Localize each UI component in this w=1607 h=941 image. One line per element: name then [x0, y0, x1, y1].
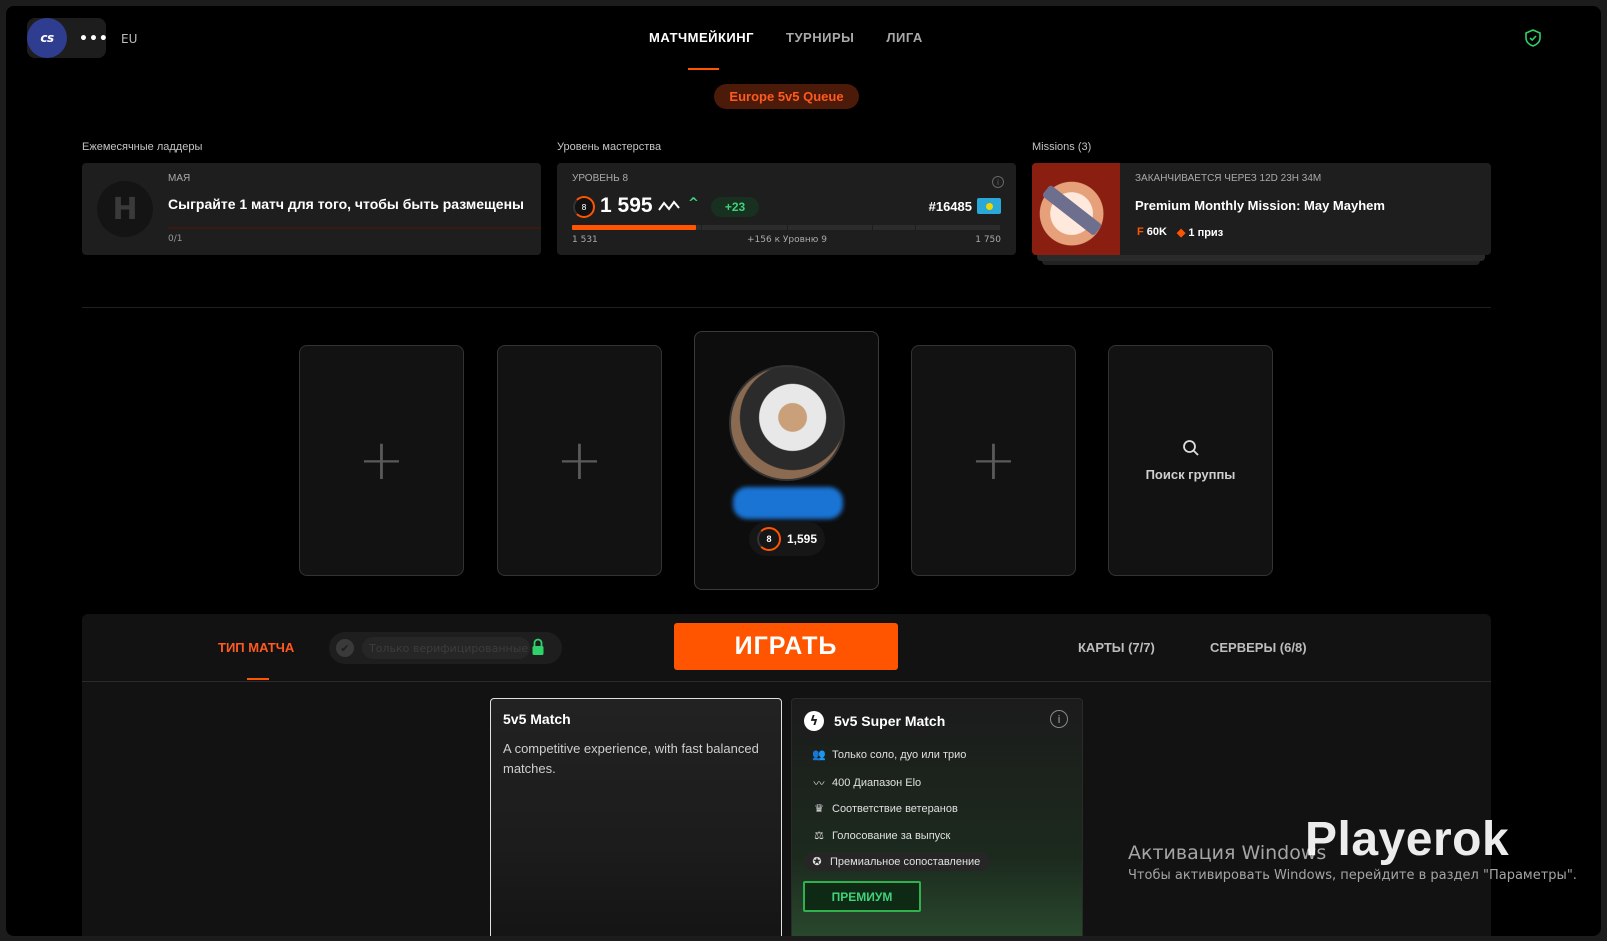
feature-item: 👥 Только соло, дуо или трио [812, 748, 967, 762]
playerok-watermark: Playerok [1305, 813, 1510, 866]
tab-league[interactable]: ЛИГА [886, 30, 922, 45]
main-nav: МАТЧМЕЙКИНГ ТУРНИРЫ ЛИГА [649, 30, 923, 45]
lock-icon [532, 638, 544, 655]
match-type-card-super[interactable]: ϟ 5v5 Super Match i 👥 Только соло, дуо ил… [791, 698, 1083, 936]
weapon-skin-image [1041, 184, 1103, 237]
my-player-slot[interactable]: 8 1,595 [694, 331, 879, 590]
match-settings-header: ТИП МАТЧА ✔ Только верифицированные ИГРА… [82, 614, 1491, 682]
plus-icon: + [970, 427, 1017, 493]
verified-icon: ✔ [336, 639, 354, 657]
play-button[interactable]: ИГРАТЬ [674, 623, 898, 670]
mission-ends: ЗАКАНЧИВАЕТСЯ ЧЕРЕЗ 12D 23H 34M [1135, 173, 1322, 184]
verified-only-toggle[interactable]: ✔ Только верифицированные [329, 632, 562, 664]
level-progress-fill [572, 225, 697, 230]
star-icon: ✪ [812, 856, 822, 868]
tab-maps[interactable]: КАРТЫ (7/7) [1078, 640, 1155, 655]
active-tab-indicator [688, 68, 719, 70]
match-card-title: 5v5 Match [503, 711, 571, 727]
plus-icon: + [556, 427, 603, 493]
ladder-icon: H [97, 181, 153, 237]
level-badge-icon: 8 [756, 527, 781, 551]
mastery-card[interactable]: УРОВЕНЬ 8 i 8 1 595 ^ +23 #16485 1 531 +… [557, 163, 1016, 255]
match-card-description: A competitive experience, with fast bala… [503, 741, 759, 776]
cs2-logo-icon[interactable]: cs [27, 18, 67, 58]
tab-tournaments[interactable]: ТУРНИРЫ [786, 30, 854, 45]
progress-tick [872, 225, 873, 230]
avatar[interactable] [729, 365, 845, 481]
ladder-card[interactable]: H МАЯ Сыграйте 1 матч для того, чтобы бы… [82, 163, 541, 255]
ladder-month: МАЯ [168, 173, 191, 184]
reward-prize: ◆ 1 приз [1176, 227, 1224, 239]
ladder-section-title: Ежемесячные ладдеры [82, 141, 203, 153]
find-party-label: Поиск группы [1145, 467, 1236, 482]
level-label: УРОВЕНЬ 8 [572, 173, 629, 184]
gavel-icon: ⚖ [814, 830, 824, 842]
tab-matchmaking[interactable]: МАТЧМЕЙКИНГ [649, 30, 754, 45]
match-type-card-standard[interactable]: 5v5 Match A competitive experience, with… [490, 698, 782, 936]
invite-slot[interactable]: + [497, 345, 662, 576]
crown-icon: ♛ [814, 803, 824, 815]
progress-tick [787, 225, 788, 230]
progress-tick [701, 225, 702, 230]
points-icon: F [1137, 226, 1144, 238]
windows-activation-subtitle: Чтобы активировать Windows, перейдите в … [1128, 868, 1577, 883]
ladder-progress-text: 0/1 [168, 234, 183, 244]
tag-icon: ◆ [1176, 227, 1186, 239]
premium-button[interactable]: ПРЕМИУМ [803, 881, 921, 912]
match-card-title: 5v5 Super Match [834, 713, 946, 729]
level-badge-icon: 8 [573, 196, 595, 218]
mission-card[interactable]: ЗАКАНЧИВАЕТСЯ ЧЕРЕЗ 12D 23H 34M Premium … [1032, 163, 1491, 255]
mission-title: Premium Monthly Mission: May Mayhem [1135, 198, 1385, 213]
arrow-up-icon: ^ [688, 196, 699, 211]
section-divider [82, 307, 1491, 308]
rank-value: #16485 [928, 199, 972, 214]
more-icon[interactable]: ••• [79, 31, 109, 47]
invite-slot[interactable]: + [911, 345, 1076, 576]
feature-item: ♛ Соответствие ветеранов [812, 802, 958, 816]
elo-trend-icon: 〰 [813, 778, 825, 790]
lightning-icon: ϟ [804, 711, 824, 731]
elo-delta-badge: +23 [711, 197, 759, 217]
feature-item: ⚖ Голосование за выпуск [812, 829, 950, 843]
mission-stack-shadow [1037, 255, 1485, 261]
game-switcher[interactable]: cs ••• [27, 18, 109, 58]
region-label[interactable]: EU [121, 32, 137, 46]
mission-image [1032, 163, 1120, 255]
active-tab-indicator [247, 678, 269, 680]
my-elo-value: 1,595 [786, 532, 818, 546]
level-max: 1 750 [975, 235, 1001, 245]
feature-item: 〰 400 Диапазон Elo [813, 777, 922, 790]
mission-stack-shadow [1042, 261, 1480, 265]
mastery-section-title: Уровень мастерства [557, 141, 662, 153]
level-next: +156 к Уровню 9 [747, 235, 827, 245]
shield-icon[interactable] [1524, 29, 1542, 47]
users-icon: 👥 [812, 749, 826, 761]
find-party-slot[interactable]: Поиск группы [1108, 345, 1273, 576]
tab-match-type[interactable]: ТИП МАТЧА [218, 640, 294, 655]
ladder-progress-bar [168, 227, 541, 229]
elo-value: 1 595 [600, 194, 653, 217]
feature-item-premium: ✪ Премиальное сопоставление [804, 852, 991, 871]
search-icon [1182, 440, 1199, 456]
plus-icon: + [358, 427, 405, 493]
kazakhstan-flag-icon [977, 198, 1001, 214]
level-min: 1 531 [572, 235, 598, 245]
info-icon[interactable]: i [1050, 710, 1068, 728]
missions-section-title: Missions (3) [1032, 141, 1092, 153]
queue-badge[interactable]: Europe 5v5 Queue [714, 84, 859, 109]
reward-points: F 60K [1137, 226, 1167, 238]
my-elo-badge: 8 1,595 [749, 522, 825, 556]
info-icon[interactable]: i [992, 176, 1004, 188]
app-window: cs ••• EU МАТЧМЕЙКИНГ ТУРНИРЫ ЛИГА Europ… [6, 6, 1601, 936]
invite-slot[interactable]: + [299, 345, 464, 576]
ladder-prompt: Сыграйте 1 матч для того, чтобы быть раз… [168, 196, 524, 212]
tab-servers[interactable]: СЕРВЕРЫ (6/8) [1210, 640, 1307, 655]
level-progress-bar [572, 225, 1000, 230]
mission-rewards: F 60K ◆ 1 приз [1137, 226, 1223, 239]
elo-trend-icon [658, 200, 680, 211]
progress-tick [915, 225, 916, 230]
verified-only-label: Только верифицированные [362, 637, 530, 659]
match-settings-panel: ТИП МАТЧА ✔ Только верифицированные ИГРА… [82, 614, 1491, 936]
player-name-redacted [733, 487, 843, 519]
